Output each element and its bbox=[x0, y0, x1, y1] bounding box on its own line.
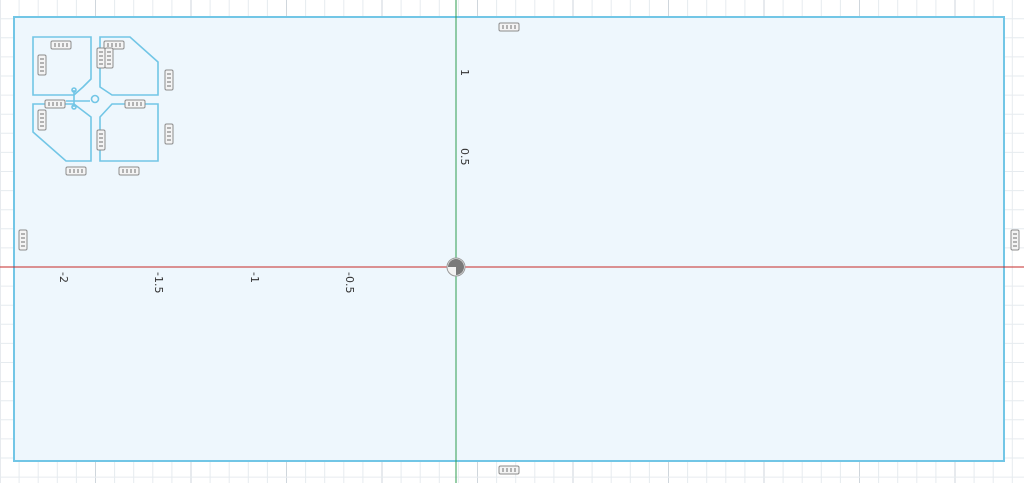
dimension-constraint-icon[interactable] bbox=[37, 109, 47, 131]
y-tick-label: 1 bbox=[458, 69, 471, 76]
sketch-canvas[interactable]: -2 -1.5 -1 -0.5 1 0.5 bbox=[0, 0, 1024, 483]
x-tick-label: -1 bbox=[248, 272, 261, 283]
dimension-constraint-icon[interactable] bbox=[164, 123, 174, 145]
dimension-constraint-icon[interactable] bbox=[96, 47, 106, 69]
dimension-constraint-icon[interactable] bbox=[498, 465, 520, 475]
dimension-constraint-icon[interactable] bbox=[1010, 229, 1020, 251]
x-tick-label: -1.5 bbox=[152, 272, 165, 293]
dimension-constraint-icon[interactable] bbox=[164, 69, 174, 91]
y-tick-label: 0.5 bbox=[458, 148, 471, 166]
dimension-constraint-icon[interactable] bbox=[104, 47, 114, 69]
dimension-constraint-icon[interactable] bbox=[118, 166, 140, 176]
origin-marker-icon[interactable] bbox=[446, 257, 466, 277]
dimension-constraint-icon[interactable] bbox=[96, 129, 106, 151]
x-tick-label: -2 bbox=[57, 272, 70, 283]
sketch-viewport[interactable]: -2 -1.5 -1 -0.5 1 0.5 bbox=[0, 0, 1024, 483]
dimension-constraint-icon[interactable] bbox=[65, 166, 87, 176]
x-tick-label: -0.5 bbox=[343, 272, 356, 293]
dimension-constraint-icon[interactable] bbox=[37, 54, 47, 76]
dimension-constraint-icon[interactable] bbox=[44, 99, 66, 109]
sketch-rectangle[interactable] bbox=[13, 16, 1005, 462]
dimension-constraint-icon[interactable] bbox=[498, 22, 520, 32]
dimension-constraint-icon[interactable] bbox=[124, 99, 146, 109]
dimension-constraint-icon[interactable] bbox=[18, 229, 28, 251]
dimension-constraint-icon[interactable] bbox=[50, 40, 72, 50]
